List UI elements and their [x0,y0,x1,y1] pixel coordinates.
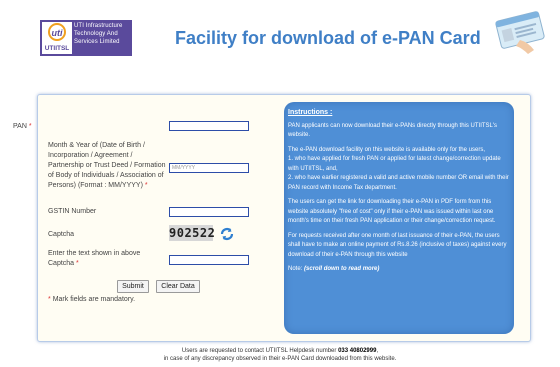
captcha-label: Captcha [48,231,75,238]
footer-line-2: in case of any discrepancy observed in t… [163,356,397,362]
dob-placeholder: MM/YYYY [172,165,196,171]
captcha-input[interactable] [169,255,249,265]
captcha-image: 902522 [169,225,216,241]
footer-suffix: , [376,348,379,354]
instruction-paragraph: 1. who have applied for fresh PAN or app… [288,156,501,172]
footer-text: Users are requested to contact UTIITSL H… [181,348,337,354]
utiitsl-logo[interactable]: uti UTIITSL UTI Infrastructure Technolog… [40,20,132,56]
pan-label: PAN * [13,122,32,132]
helpdesk-number: 033 40802999 [338,348,377,354]
pan-card-image [490,6,550,54]
pan-input[interactable] [169,121,249,131]
footer: Users are requested to contact UTIITSL H… [0,347,560,363]
pan-label-text: PAN [13,123,27,130]
mandatory-note: * Mark fields are mandatory. [48,296,135,303]
submit-button[interactable]: Submit [117,280,149,293]
logo-line-2: Technology And [74,31,118,37]
header: uti UTIITSL UTI Infrastructure Technolog… [0,0,560,78]
captcha-text-label: Enter the text shown in above Captcha * [48,249,168,269]
logo-line-1: UTI Infrastructure [74,23,123,29]
instructions-panel[interactable]: Instructions : PAN applicants can now do… [284,102,514,334]
dob-label: Month & Year of (Date of Birth / Incorpo… [48,141,168,191]
captcha-text-label-text: Enter the text shown in above Captcha [48,250,141,267]
note-label: Note: [288,266,303,272]
logo-company-name: UTI Infrastructure Technology And Servic… [74,22,122,46]
instruction-paragraph: The users can get the link for downloadi… [288,199,496,224]
refresh-captcha-icon[interactable] [219,226,235,242]
uti-logo-mark-icon: uti UTIITSL [42,22,72,54]
instruction-paragraph: PAN applicants can now download their e-… [288,122,498,139]
clear-data-button[interactable]: Clear Data [156,280,200,293]
logo-line-3: Services Limited [74,39,120,45]
instruction-paragraph: 2. who have earlier registered a valid a… [288,175,509,191]
instructions-note: Note: (scroll down to read more) [288,265,510,275]
logo-brand: uti [52,28,63,38]
instruction-paragraph: The e-PAN download facility on this webs… [288,146,485,153]
required-mark: * [76,260,79,267]
required-mark: * [144,182,148,189]
gstin-input[interactable] [169,207,249,217]
page-title: Facility for download of e-PAN Card [175,28,481,48]
instructions-title: Instructions : [288,109,333,116]
page: uti UTIITSL UTI Infrastructure Technolog… [0,0,560,367]
instruction-paragraph: For requests received after one month of… [288,232,507,258]
gstin-label: GSTIN Number [48,208,97,215]
scroll-note: (scroll down to read more) [304,266,380,272]
required-mark: * [28,123,32,130]
dob-input[interactable]: MM/YYYY [169,163,249,173]
logo-short: UTIITSL [45,45,70,52]
footer-line-1: Users are requested to contact UTIITSL H… [0,347,560,355]
mandatory-note-text: Mark fields are mandatory. [52,296,136,303]
required-mark: * [48,296,51,303]
dob-label-text: Month & Year of (Date of Birth / Incorpo… [48,142,166,189]
